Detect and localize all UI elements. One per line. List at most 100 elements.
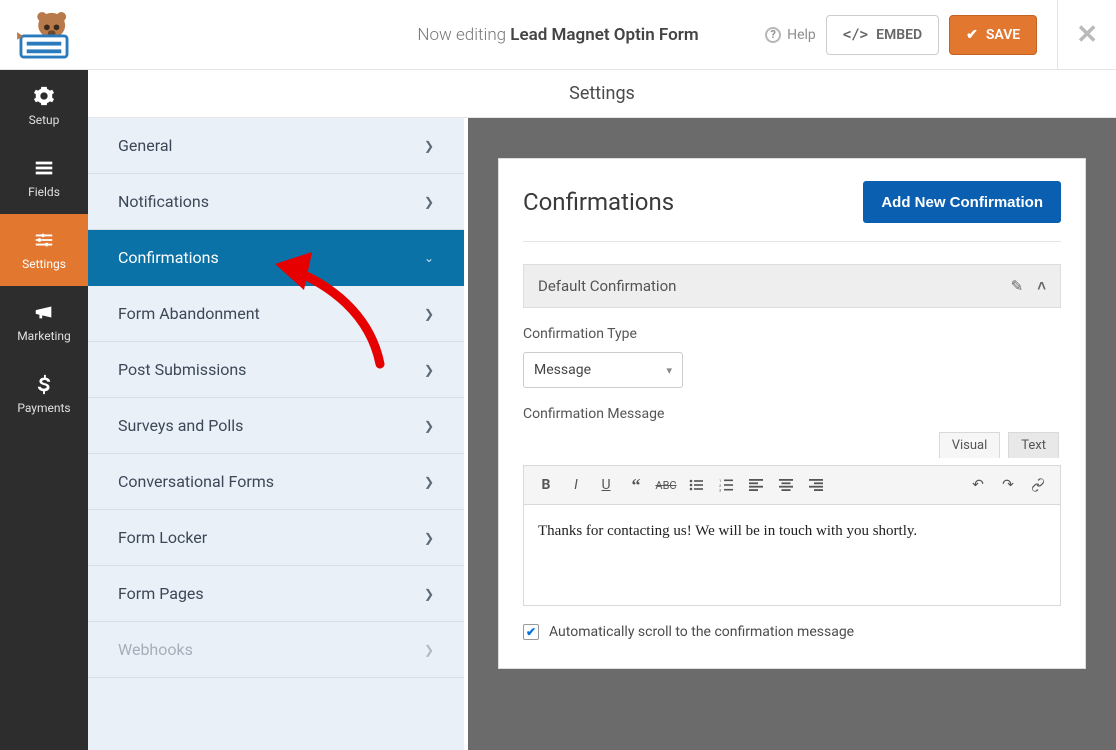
help-link[interactable]: ? Help xyxy=(765,27,816,43)
settings-item-label: Webhooks xyxy=(118,640,193,659)
main-area: Setup Fields Settings Marketing Payments… xyxy=(0,70,1116,750)
settings-item-surveys-polls[interactable]: Surveys and Polls ❯ xyxy=(88,398,464,454)
preview-area: Confirmations Add New Confirmation Defau… xyxy=(468,118,1116,750)
settings-item-label: Conversational Forms xyxy=(118,472,274,491)
chevron-down-icon: ▾ xyxy=(666,364,672,377)
confirmation-type-label: Confirmation Type xyxy=(523,326,1061,342)
chevron-right-icon: ❯ xyxy=(424,307,434,321)
save-button[interactable]: ✔ SAVE xyxy=(949,15,1037,55)
settings-item-conversational-forms[interactable]: Conversational Forms ❯ xyxy=(88,454,464,510)
strikethrough-button[interactable]: ABC xyxy=(652,472,680,498)
settings-item-label: Post Submissions xyxy=(118,360,246,379)
vnav-label: Marketing xyxy=(17,329,71,343)
vnav-marketing[interactable]: Marketing xyxy=(0,286,88,358)
undo-button[interactable]: ↶ xyxy=(964,472,992,498)
vnav-settings[interactable]: Settings xyxy=(0,214,88,286)
settings-item-confirmations[interactable]: Confirmations ⌄ xyxy=(88,230,464,286)
editor-tabs: Visual Text xyxy=(523,432,1061,458)
numbered-list-button[interactable]: 123 xyxy=(712,472,740,498)
chevron-right-icon: ❯ xyxy=(424,531,434,545)
chevron-right-icon: ❯ xyxy=(424,363,434,377)
settings-item-webhooks[interactable]: Webhooks ❯ xyxy=(88,622,464,678)
editor-content[interactable]: Thanks for contacting us! We will be in … xyxy=(524,505,1060,605)
ul-icon xyxy=(689,478,703,492)
help-label: Help xyxy=(787,27,816,43)
auto-scroll-checkbox[interactable]: ✔ xyxy=(523,624,539,640)
page-title-bar: Settings xyxy=(88,70,1116,118)
code-icon: </> xyxy=(843,27,868,43)
embed-button[interactable]: </> EMBED xyxy=(826,15,939,55)
gear-icon xyxy=(33,85,55,107)
collapse-icon[interactable]: ˄ xyxy=(1037,277,1046,295)
rich-text-editor: B I U “ ABC 123 xyxy=(523,465,1061,606)
accordion-header[interactable]: Default Confirmation ✎ ˄ xyxy=(523,264,1061,308)
settings-item-label: Form Locker xyxy=(118,528,207,547)
select-value: Message xyxy=(534,362,591,378)
confirmation-type-select[interactable]: Message ▾ xyxy=(523,352,683,388)
chevron-right-icon: ❯ xyxy=(424,475,434,489)
align-left-button[interactable] xyxy=(742,472,770,498)
settings-item-label: Form Pages xyxy=(118,584,204,603)
settings-item-label: Notifications xyxy=(118,192,209,211)
auto-scroll-label: Automatically scroll to the confirmation… xyxy=(549,624,854,640)
settings-item-general[interactable]: General ❯ xyxy=(88,118,464,174)
top-actions: ? Help </> EMBED ✔ SAVE xyxy=(765,15,1057,55)
settings-sidebar: General ❯ Notifications ❯ Confirmations … xyxy=(88,70,468,750)
settings-item-label: Surveys and Polls xyxy=(118,416,243,435)
vertical-nav: Setup Fields Settings Marketing Payments xyxy=(0,70,88,750)
italic-button[interactable]: I xyxy=(562,472,590,498)
vnav-label: Setup xyxy=(29,113,60,127)
underline-button[interactable]: U xyxy=(592,472,620,498)
chevron-right-icon: ❯ xyxy=(424,587,434,601)
redo-button[interactable]: ↷ xyxy=(994,472,1022,498)
confirmation-message-label: Confirmation Message xyxy=(523,406,1061,422)
vnav-label: Payments xyxy=(17,401,70,415)
chevron-right-icon: ❯ xyxy=(424,643,434,657)
megaphone-icon xyxy=(33,301,55,323)
chevron-down-icon: ⌄ xyxy=(424,251,434,265)
list-icon xyxy=(33,157,55,179)
add-confirmation-button[interactable]: Add New Confirmation xyxy=(863,181,1061,223)
align-right-button[interactable] xyxy=(802,472,830,498)
link-icon xyxy=(1030,477,1046,493)
close-button[interactable]: ✕ xyxy=(1057,0,1116,70)
chevron-right-icon: ❯ xyxy=(424,195,434,209)
align-center-button[interactable] xyxy=(772,472,800,498)
settings-item-post-submissions[interactable]: Post Submissions ❯ xyxy=(88,342,464,398)
tab-text[interactable]: Text xyxy=(1008,432,1059,458)
settings-item-label: Confirmations xyxy=(118,248,219,267)
blockquote-button[interactable]: “ xyxy=(622,472,650,498)
chevron-right-icon: ❯ xyxy=(424,139,434,153)
align-right-icon xyxy=(809,479,823,491)
settings-item-form-locker[interactable]: Form Locker ❯ xyxy=(88,510,464,566)
vnav-payments[interactable]: Payments xyxy=(0,358,88,430)
settings-item-form-pages[interactable]: Form Pages ❯ xyxy=(88,566,464,622)
app-logo xyxy=(0,11,88,59)
chevron-right-icon: ❯ xyxy=(424,419,434,433)
settings-item-form-abandonment[interactable]: Form Abandonment ❯ xyxy=(88,286,464,342)
edit-icon[interactable]: ✎ xyxy=(1011,277,1024,295)
confirmations-card: Confirmations Add New Confirmation Defau… xyxy=(498,158,1086,669)
editor-toolbar: B I U “ ABC 123 xyxy=(524,466,1060,505)
settings-item-label: Form Abandonment xyxy=(118,304,260,323)
top-bar: Now editing Lead Magnet Optin Form ? Hel… xyxy=(0,0,1116,70)
auto-scroll-row[interactable]: ✔ Automatically scroll to the confirmati… xyxy=(523,624,1061,640)
vnav-setup[interactable]: Setup xyxy=(0,70,88,142)
confirmation-type-field: Confirmation Type Message ▾ xyxy=(523,326,1061,388)
vnav-label: Settings xyxy=(22,257,66,271)
settings-item-notifications[interactable]: Notifications ❯ xyxy=(88,174,464,230)
dollar-icon xyxy=(33,373,55,395)
tab-visual[interactable]: Visual xyxy=(939,432,1001,458)
accordion-title: Default Confirmation xyxy=(538,277,676,295)
save-label: SAVE xyxy=(986,27,1020,43)
align-center-icon xyxy=(779,479,793,491)
accordion-actions: ✎ ˄ xyxy=(1011,277,1046,295)
vnav-fields[interactable]: Fields xyxy=(0,142,88,214)
bullet-list-button[interactable] xyxy=(682,472,710,498)
link-button[interactable] xyxy=(1024,472,1052,498)
wpforms-logo-icon xyxy=(15,11,73,59)
editing-prefix: Now editing xyxy=(417,25,506,45)
form-name: Lead Magnet Optin Form xyxy=(510,25,698,45)
panel-title: Confirmations xyxy=(523,188,674,216)
bold-button[interactable]: B xyxy=(532,472,560,498)
